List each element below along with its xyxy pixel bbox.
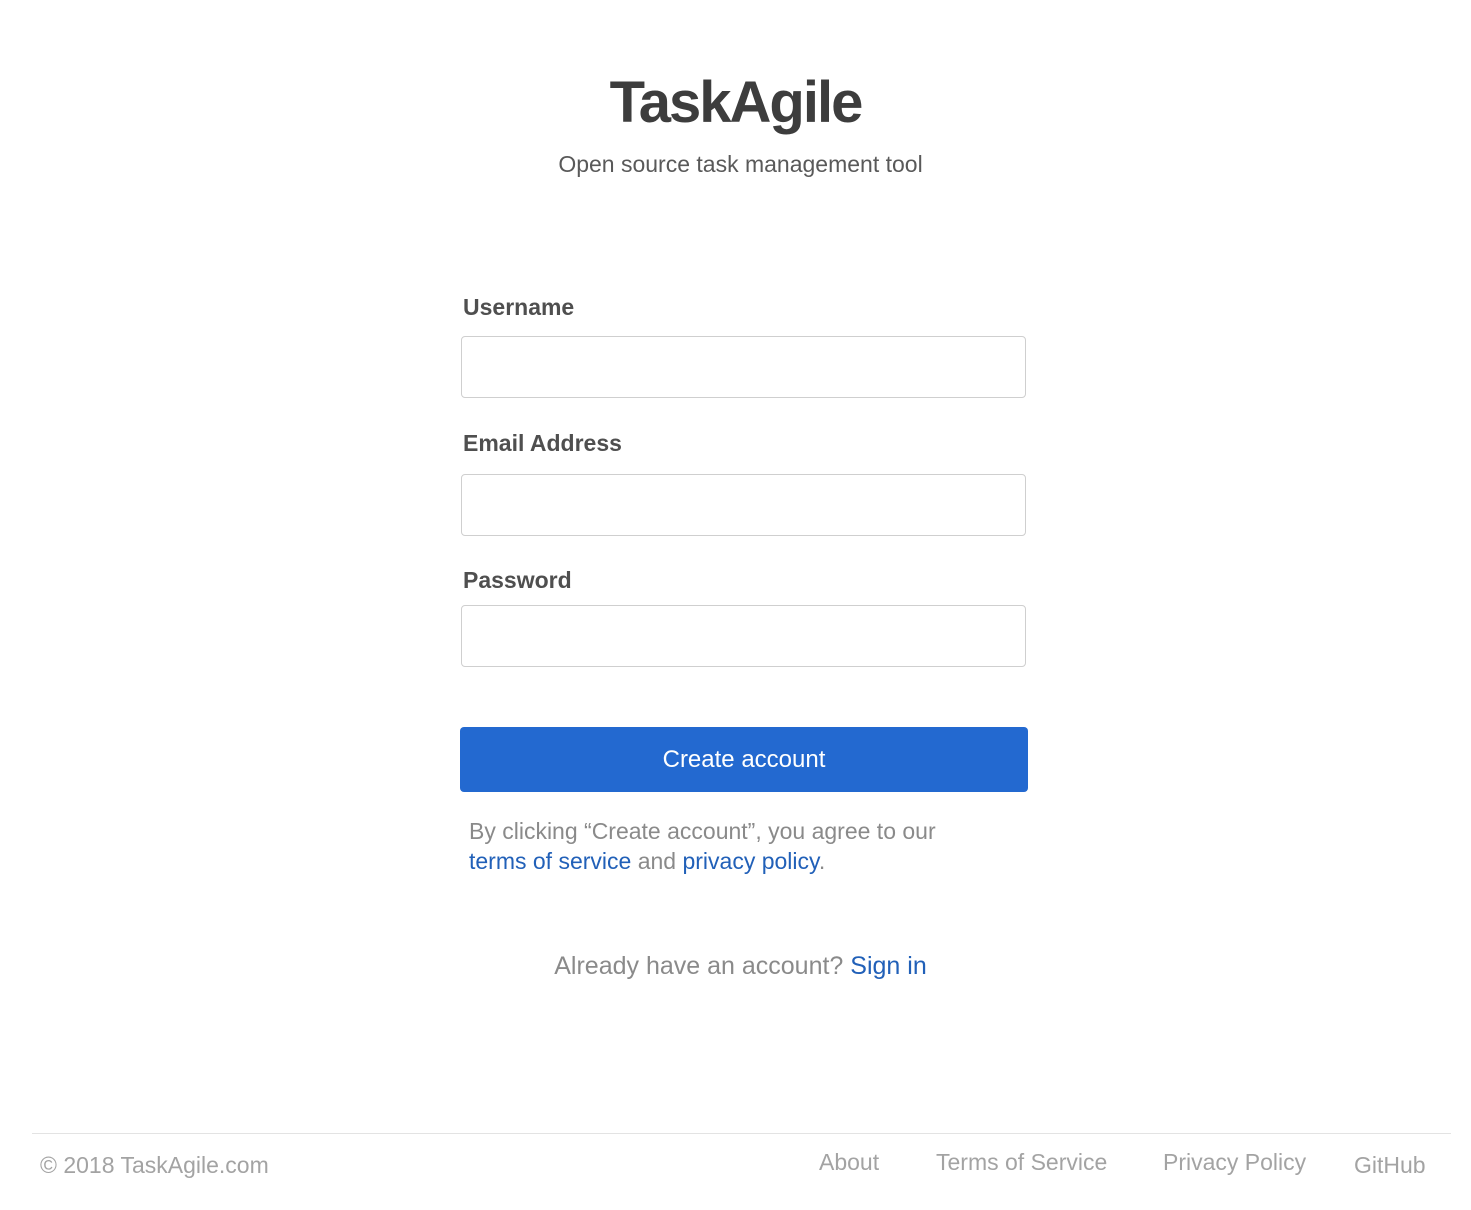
terms-of-service-link[interactable]: terms of service (469, 848, 631, 874)
footer-nav: About Terms of Service Privacy Policy Gi… (0, 1147, 1471, 1180)
app-tagline: Open source task management tool (558, 151, 923, 177)
footer-link-terms[interactable]: Terms of Service (936, 1147, 1107, 1177)
footer-divider (32, 1133, 1451, 1134)
sign-in-link[interactable]: Sign in (850, 952, 926, 980)
footer-link-privacy[interactable]: Privacy Policy (1163, 1147, 1306, 1177)
app-logo: TaskAgile (609, 70, 864, 135)
email-input[interactable] (461, 474, 1026, 536)
legal-suffix: . (818, 848, 826, 874)
legal-notice: By clicking “Create account”, you agree … (469, 816, 1009, 876)
legal-prefix: By clicking “Create account”, you agree … (469, 818, 936, 844)
username-label: Username (463, 294, 575, 320)
footer-link-github[interactable]: GitHub (1354, 1150, 1426, 1180)
create-account-button[interactable]: Create account (460, 727, 1028, 792)
username-input[interactable] (461, 336, 1026, 398)
footer-link-about[interactable]: About (819, 1147, 879, 1177)
signin-prompt: Already have an account? Sign in (0, 950, 1471, 982)
password-label: Password (463, 567, 572, 593)
signin-prompt-text: Already have an account? (554, 952, 844, 980)
legal-and: and (637, 848, 677, 874)
register-page: TaskAgile Open source task management to… (0, 0, 1471, 1210)
privacy-policy-link[interactable]: privacy policy (682, 848, 818, 874)
email-label: Email Address (463, 430, 622, 456)
password-input[interactable] (461, 605, 1026, 667)
